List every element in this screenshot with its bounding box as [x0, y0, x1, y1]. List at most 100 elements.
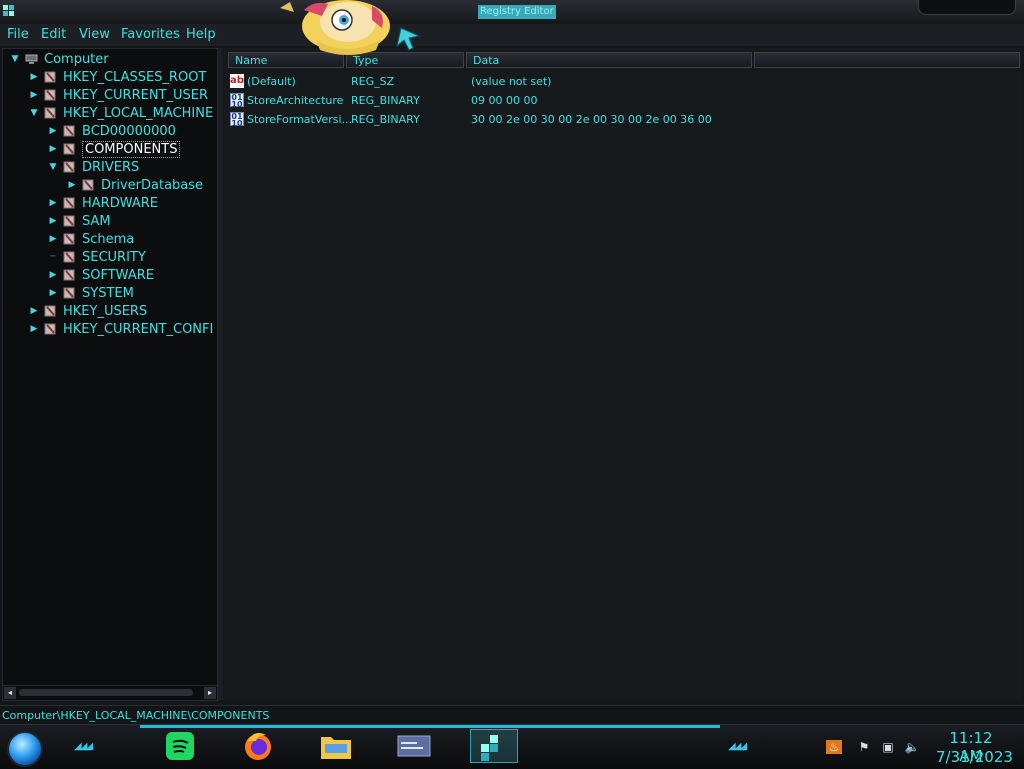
tree-node-label[interactable]: HKEY_LOCAL_MACHINE — [63, 106, 213, 121]
menu-bar: File Edit View Favorites Help — [0, 24, 1024, 46]
app-window-icon[interactable] — [394, 729, 434, 763]
folder-glyph-icon — [321, 737, 351, 759]
expanded-arrow-icon[interactable]: ▼ — [28, 107, 40, 119]
value-type: REG_BINARY — [351, 94, 420, 107]
title-bar[interactable]: Registry Editor — [0, 0, 1024, 25]
collapsed-arrow-icon[interactable]: ▶ — [47, 233, 59, 245]
tree-node-label[interactable]: SAM — [82, 214, 111, 229]
tree-node-label[interactable]: HKEY_CURRENT_CONFI — [63, 322, 213, 337]
tree-node[interactable]: ▶ HKEY_CURRENT_CONFI — [28, 320, 214, 338]
value-row[interactable]: 01 10 StoreFormatVersi... REG_BINARY 30 00 … — [228, 111, 1018, 129]
folder-icon — [63, 161, 75, 173]
tree-node[interactable]: ▶ SAM — [47, 212, 111, 230]
tree-node[interactable]: ▶ DriverDatabase — [66, 176, 204, 194]
value-row[interactable]: 01 10 StoreArchitecture REG_BINARY 09 00 00… — [228, 92, 1018, 110]
tree-node[interactable]: ▼ DRIVERS — [47, 158, 140, 176]
file-explorer-icon[interactable] — [316, 729, 356, 763]
pane-splitter[interactable] — [218, 48, 223, 700]
folder-icon — [63, 125, 75, 137]
scroll-thumb[interactable] — [19, 689, 193, 696]
network-icon[interactable]: ▣ — [880, 740, 896, 754]
tree-node[interactable]: ▶ Schema — [47, 230, 135, 248]
scroll-right-icon[interactable]: ▸ — [204, 687, 216, 699]
volume-icon[interactable]: 🔈 — [904, 740, 920, 754]
value-data: 30 00 2e 00 30 00 2e 00 30 00 2e 00 36 0… — [471, 113, 712, 126]
window-title: Registry Editor — [478, 5, 556, 19]
status-path: Computer\HKEY_LOCAL_MACHINE\COMPONENTS — [2, 709, 270, 722]
folder-icon — [63, 197, 75, 209]
java-icon[interactable]: ♨ — [826, 740, 842, 754]
tree-node[interactable]: ▶ HKEY_CURRENT_USER — [28, 86, 208, 104]
window-glyph-icon — [397, 735, 431, 757]
collapsed-arrow-icon[interactable]: ▶ — [28, 89, 40, 101]
tree-node[interactable]: ▶ HKEY_CLASSES_ROOT — [28, 68, 207, 86]
collapsed-arrow-icon[interactable]: ▶ — [47, 197, 59, 209]
string-value-icon: ab — [230, 74, 244, 88]
collapsed-arrow-icon[interactable]: ▶ — [47, 125, 59, 137]
menu-help[interactable]: Help — [186, 27, 216, 42]
status-bar: Computer\HKEY_LOCAL_MACHINE\COMPONENTS — [0, 705, 1024, 725]
start-button[interactable] — [7, 731, 43, 767]
folder-icon — [63, 287, 75, 299]
tree-node[interactable]: ▶ HKEY_USERS — [28, 302, 148, 320]
tree-horizontal-scrollbar[interactable]: ◂ ▸ — [2, 685, 218, 701]
collapsed-arrow-icon[interactable]: ▶ — [28, 71, 40, 83]
tree-node[interactable]: ▶ SOFTWARE — [47, 266, 154, 284]
collapsed-arrow-icon[interactable]: ▶ — [28, 323, 40, 335]
expanded-arrow-icon[interactable]: ▼ — [9, 53, 21, 65]
tree-node[interactable]: ▼ Computer — [9, 50, 109, 68]
spotify-icon[interactable] — [160, 729, 200, 763]
tree-node-label[interactable]: BCD00000000 — [82, 124, 176, 139]
collapsed-arrow-icon[interactable]: ▶ — [47, 287, 59, 299]
menu-file[interactable]: File — [7, 27, 29, 42]
folder-icon — [44, 89, 56, 101]
tree-node-label[interactable]: Computer — [44, 52, 109, 67]
tree-node-label[interactable]: HARDWARE — [82, 196, 158, 211]
value-name: StoreArchitecture — [247, 94, 344, 107]
folder-icon — [63, 269, 75, 281]
collapsed-arrow-icon[interactable]: ▶ — [66, 179, 78, 191]
registry-editor-taskbar-button[interactable] — [470, 729, 518, 763]
tree-node-label[interactable]: SECURITY — [82, 250, 146, 265]
folder-icon — [44, 305, 56, 317]
tree-node[interactable]: ▶ SYSTEM — [47, 284, 134, 302]
collapsed-arrow-icon[interactable]: ▶ — [47, 269, 59, 281]
expanded-arrow-icon[interactable]: ▼ — [47, 161, 59, 173]
column-header-blank[interactable] — [754, 52, 1020, 68]
registry-tree[interactable]: ▼ Computer ▶ HKEY_CLASSES_ROOT ▶ HKEY_CURRENT… — [2, 48, 218, 686]
value-type: REG_BINARY — [351, 113, 420, 126]
menu-view[interactable]: View — [79, 27, 110, 42]
collapsed-arrow-icon[interactable]: ▶ — [47, 215, 59, 227]
menu-edit[interactable]: Edit — [41, 27, 66, 42]
window-controls[interactable] — [918, 0, 1016, 15]
tree-node[interactable]: ▶ BCD00000000 — [47, 122, 176, 140]
tree-node-label[interactable]: COMPONENTS — [82, 140, 181, 158]
folder-icon — [63, 215, 75, 227]
firefox-icon[interactable] — [238, 729, 278, 763]
tree-node-label[interactable]: HKEY_USERS — [63, 304, 147, 319]
tree-node-label[interactable]: DRIVERS — [82, 160, 139, 175]
tree-node[interactable]: ▶ HARDWARE — [47, 194, 158, 212]
tree-node-label[interactable]: HKEY_CLASSES_ROOT — [63, 70, 206, 85]
taskbar: ◢◢◢ ◢◢◢ ♨ ⚑ ▣ 🔈 11:12 AM 7/31/2023 — [0, 724, 1024, 769]
collapsed-arrow-icon[interactable]: ▶ — [47, 143, 59, 155]
folder-icon — [63, 143, 75, 155]
scroll-left-icon[interactable]: ◂ — [4, 687, 16, 699]
folder-icon — [44, 71, 56, 83]
collapsed-arrow-icon[interactable]: ▶ — [28, 305, 40, 317]
tree-node[interactable]: ▼ HKEY_LOCAL_MACHINE — [28, 104, 214, 122]
flag-icon[interactable]: ⚑ — [856, 740, 872, 754]
tree-node-label[interactable]: Schema — [82, 232, 134, 247]
tree-node-label[interactable]: SOFTWARE — [82, 268, 154, 283]
value-row[interactable]: ab (Default) REG_SZ (value not set) — [228, 73, 1018, 91]
tree-node[interactable]: ▶ COMPONENTS — [47, 140, 181, 158]
clock-date[interactable]: 7/31/2023 — [936, 748, 1013, 766]
tree-node-label[interactable]: DriverDatabase — [101, 178, 203, 193]
tree-node[interactable]: ┈ SECURITY — [47, 248, 146, 266]
registry-editor-icon — [481, 735, 498, 761]
tree-node-label[interactable]: SYSTEM — [82, 286, 134, 301]
tree-node-label[interactable]: HKEY_CURRENT_USER — [63, 88, 208, 103]
column-header-data[interactable]: Data — [466, 52, 752, 68]
value-type: REG_SZ — [351, 75, 395, 88]
menu-favorites[interactable]: Favorites — [121, 27, 180, 42]
